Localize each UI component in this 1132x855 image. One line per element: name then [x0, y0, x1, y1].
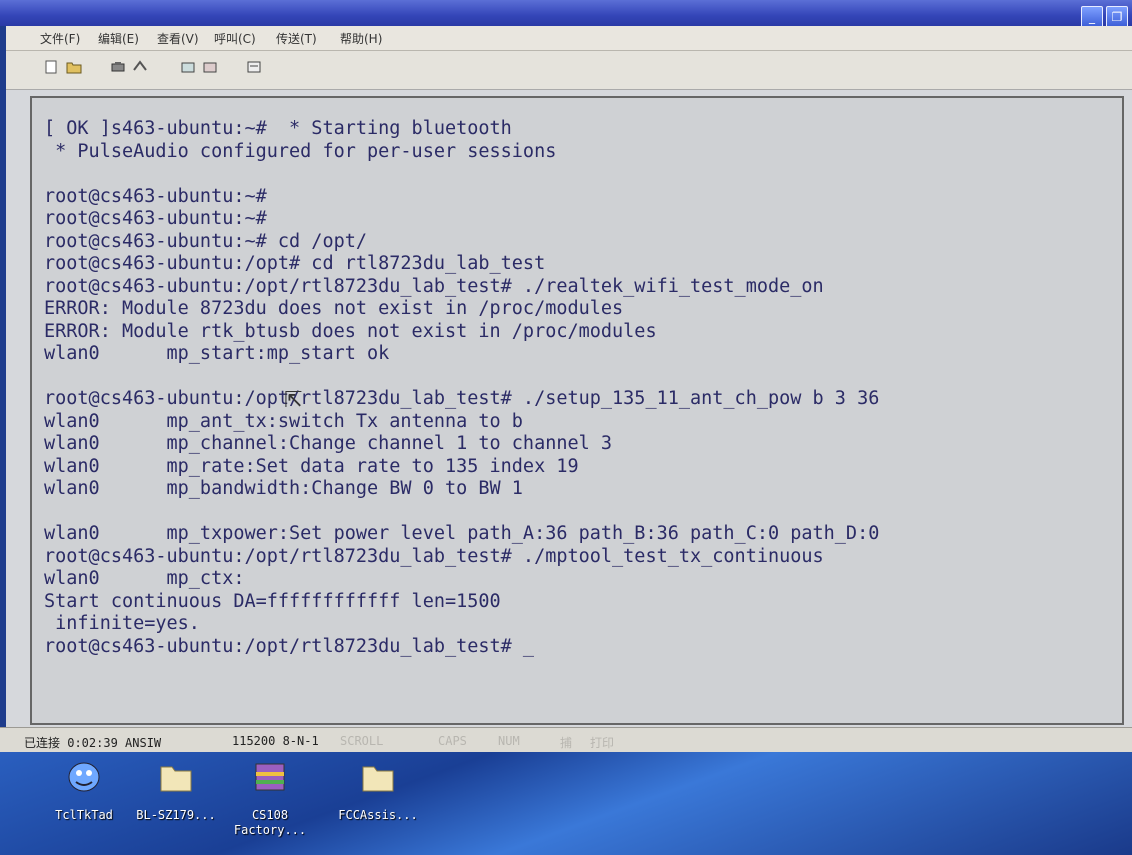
- terminal-line: wlan0 mp_ctx:: [44, 568, 245, 589]
- print-indicator: 打印: [590, 736, 615, 750]
- menu-transfer[interactable]: 传送(T): [276, 30, 317, 47]
- desktop-icon-fccassis[interactable]: FCCAssis...: [330, 760, 426, 823]
- desktop-icon-label: FCCAssis...: [338, 808, 418, 822]
- terminal-line: root@cs463-ubuntu:/opt# cd rtl8723du_lab…: [44, 253, 546, 274]
- folder-icon: [362, 766, 394, 792]
- terminal-line: wlan0 mp_start:mp_start ok: [44, 343, 390, 364]
- terminal-line: root@cs463-ubuntu:/opt/rtl8723du_lab_tes…: [44, 388, 880, 409]
- tcltk-icon: [68, 762, 100, 792]
- terminal-line: ERROR: Module rtk_btusb does not exist i…: [44, 320, 657, 342]
- caps-indicator: CAPS: [438, 734, 467, 748]
- minimize-icon[interactable]: _: [1081, 6, 1103, 28]
- archive-icon: [255, 763, 285, 791]
- terminal-line: * PulseAudio configured for per-user ses…: [44, 140, 557, 162]
- desktop-icon-cs108[interactable]: CS108 Factory...: [222, 760, 318, 838]
- connect-icon[interactable]: [110, 60, 126, 74]
- terminal-line: root@cs463-ubuntu:~#: [44, 208, 267, 229]
- status-bar: 已连接 0:02:39 ANSIW 115200 8-N-1 SCROLL CA…: [0, 727, 1132, 752]
- scroll-indicator: SCROLL: [340, 734, 384, 748]
- menu-help[interactable]: 帮助(H): [340, 30, 382, 47]
- terminal-line: root@cs463-ubuntu:~# cd /opt/: [44, 230, 368, 252]
- properties-icon[interactable]: [246, 60, 262, 74]
- menu-bar: 文件(F) 编辑(E) 查看(V) 呼叫(C) 传送(T) 帮助(H): [0, 26, 1132, 51]
- new-icon[interactable]: [44, 60, 60, 74]
- terminal-frame: [ OK ]s463-ubuntu:~# * Starting bluetoot…: [30, 96, 1124, 725]
- restore-icon[interactable]: ❐: [1106, 6, 1128, 28]
- toolbar: [0, 51, 1132, 90]
- desktop-edge: [0, 26, 6, 727]
- menu-file[interactable]: 文件(F): [40, 30, 80, 47]
- terminal-line: root@cs463-ubuntu:~#: [44, 185, 267, 207]
- desktop-icon-bl-sz179[interactable]: BL-SZ179...: [128, 760, 224, 823]
- terminal-line: root@cs463-ubuntu:/opt/rtl8723du_lab_tes…: [44, 275, 824, 297]
- disconnect-icon[interactable]: [132, 60, 148, 74]
- terminal-line: wlan0 mp_bandwidth:Change BW 0 to BW 1: [44, 478, 523, 499]
- terminal-line: ERROR: Module 8723du does not exist in /…: [44, 298, 624, 319]
- mouse-pointer-icon: ⇱: [284, 388, 303, 413]
- desktop-icon-label: BL-SZ179...: [136, 808, 216, 822]
- send-icon[interactable]: [180, 60, 196, 74]
- terminal-line: wlan0 mp_channel:Change channel 1 to cha…: [44, 433, 613, 454]
- folder-icon: [160, 766, 192, 792]
- menu-view[interactable]: 查看(V): [157, 30, 199, 47]
- menu-call[interactable]: 呼叫(C): [214, 30, 256, 47]
- open-icon[interactable]: [66, 60, 82, 74]
- terminal-line: wlan0 mp_ant_tx:switch Tx antenna to b: [44, 410, 523, 432]
- menu-edit[interactable]: 编辑(E): [98, 30, 139, 47]
- desktop-icon-label: CS108 Factory...: [233, 808, 307, 837]
- capture-indicator: 捕: [560, 736, 573, 750]
- baud-setting: 115200 8-N-1: [232, 734, 319, 748]
- terminal-line: wlan0 mp_rate:Set data rate to 135 index…: [44, 455, 579, 477]
- num-indicator: NUM: [498, 734, 520, 748]
- terminal-line: [ OK ]s463-ubuntu:~# * Starting bluetoot…: [44, 118, 512, 139]
- terminal-line: root@cs463-ubuntu:/opt/rtl8723du_lab_tes…: [44, 545, 824, 567]
- desktop: TclTkTad BL-SZ179... CS108 Factory... FC…: [0, 752, 1132, 855]
- title-bar[interactable]: _ ❐: [0, 0, 1132, 28]
- hyperterminal-window: _ ❐ 文件(F) 编辑(E) 查看(V) 呼叫(C) 传送(T) 帮助(H) …: [0, 0, 1132, 752]
- terminal-output[interactable]: [ OK ]s463-ubuntu:~# * Starting bluetoot…: [44, 118, 1104, 713]
- desktop-icon-tcltk[interactable]: TclTkTad: [36, 760, 132, 823]
- receive-icon[interactable]: [202, 60, 218, 74]
- connection-status: 已连接 0:02:39 ANSIW: [24, 736, 162, 750]
- terminal-line: infinite=yes.: [44, 613, 200, 634]
- terminal-line: root@cs463-ubuntu:/opt/rtl8723du_lab_tes…: [44, 635, 535, 657]
- terminal-line: wlan0 mp_txpower:Set power level path_A:…: [44, 523, 880, 544]
- terminal-line: Start continuous DA=ffffffffffff len=150…: [44, 590, 501, 612]
- desktop-icon-label: TclTkTad: [55, 808, 113, 822]
